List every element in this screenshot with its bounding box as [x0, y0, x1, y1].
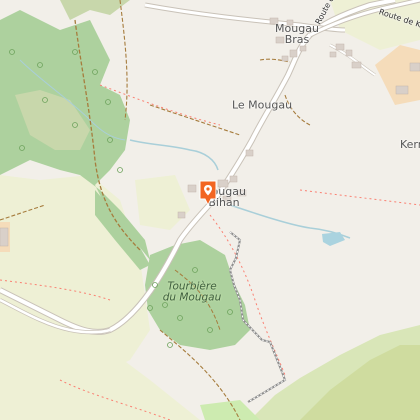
location-pin-icon[interactable]	[199, 180, 217, 207]
label-kern: Kern	[400, 138, 420, 151]
label-le-mougau: Le Mougau	[231, 98, 293, 112]
forest-north-strip	[60, 0, 130, 20]
track-3	[149, 104, 241, 136]
map-view[interactable]: Mougau Bras Le Mougau Mougau Bihan Tourb…	[0, 0, 420, 420]
label-tourbiere-du-mougau: Tourbière du Mougau	[162, 280, 222, 303]
farmyard-ne	[375, 45, 420, 105]
meadow-bottom	[200, 400, 260, 420]
label-mougau-bras: Mougau Bras	[275, 22, 319, 46]
map-base	[0, 0, 420, 420]
path-east	[299, 189, 420, 206]
stream	[129, 139, 219, 171]
meadow-mid	[135, 175, 190, 230]
